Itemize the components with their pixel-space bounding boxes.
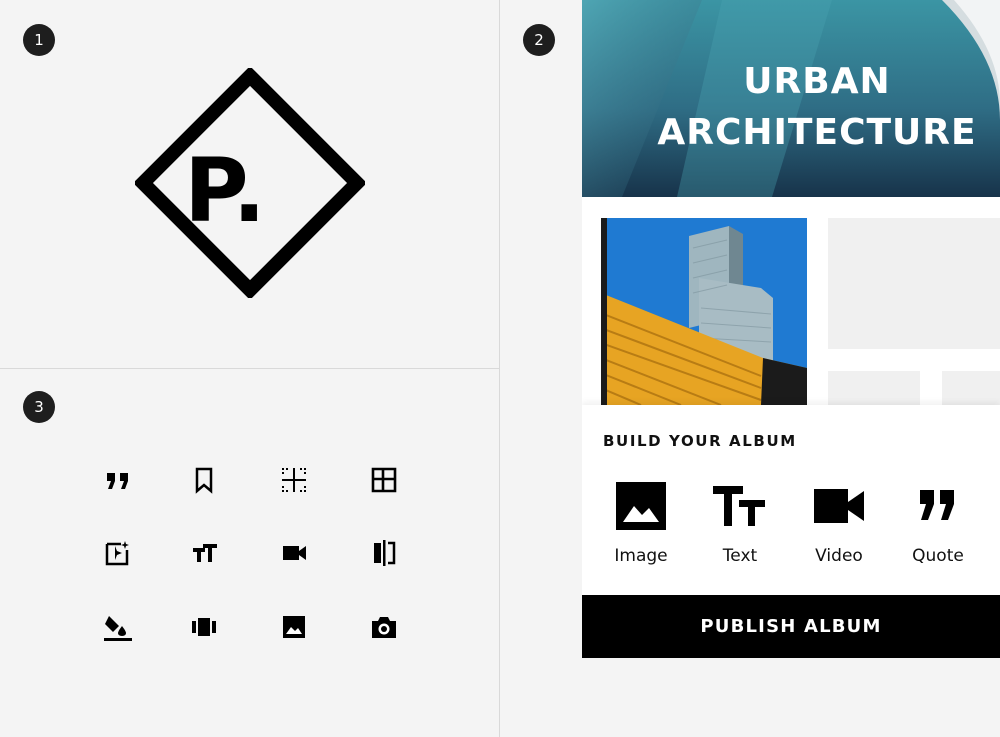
hero-title-line1: URBAN: [743, 61, 891, 102]
text-size-icon: [695, 478, 785, 534]
auto-fix-image-icon[interactable]: [98, 533, 138, 573]
section-badge-2: 2: [523, 24, 555, 56]
format-quote-icon[interactable]: [98, 460, 138, 500]
vertical-divider: [499, 0, 500, 737]
videocam-icon[interactable]: [274, 533, 314, 573]
add-quote-button[interactable]: Quote: [893, 478, 983, 573]
add-text-button[interactable]: Text: [695, 478, 785, 573]
publish-album-button[interactable]: PUBLISH ALBUM: [582, 595, 1000, 658]
image-placeholder: [828, 371, 920, 405]
grid-icon[interactable]: [364, 460, 404, 500]
text-size-icon[interactable]: [184, 533, 224, 573]
image-placeholder: [942, 371, 1000, 405]
hero-title-line2: ARCHITECTURE: [657, 112, 977, 153]
image-placeholder: [828, 218, 1000, 349]
carousel-icon[interactable]: [184, 607, 224, 647]
videocam-icon: [794, 478, 884, 534]
compare-icon[interactable]: [364, 533, 404, 573]
add-video-button[interactable]: Video: [794, 478, 884, 573]
tool-label: Quote: [912, 546, 964, 566]
image-icon: [596, 478, 686, 534]
section-badge-3: 3: [23, 391, 55, 423]
add-image-button[interactable]: Image: [596, 478, 686, 573]
section-badge-1: 1: [23, 24, 55, 56]
tool-label: Text: [722, 546, 758, 566]
build-album-sheet: BUILD YOUR ALBUM Image Text Video Quote: [582, 405, 1000, 595]
bookmark-icon[interactable]: [184, 460, 224, 500]
hero-banner: URBAN ARCHITECTURE: [582, 0, 1000, 197]
build-album-title: BUILD YOUR ALBUM: [603, 432, 797, 450]
architecture-photo[interactable]: [601, 218, 807, 405]
image-icon[interactable]: [274, 607, 314, 647]
tool-label: Image: [614, 546, 668, 566]
camera-icon[interactable]: [364, 607, 404, 647]
brand-logo: P.: [133, 66, 367, 300]
album-builder-screen: URBAN ARCHITECTURE BUILD YOUR ALBUM Imag…: [582, 0, 1000, 658]
logo-letter: P.: [184, 139, 266, 242]
horizontal-divider: [0, 368, 499, 369]
format-quote-icon: [893, 478, 983, 534]
grid-dotted-icon[interactable]: [274, 460, 314, 500]
tool-label: Video: [815, 546, 863, 566]
paint-bucket-icon[interactable]: [98, 607, 138, 647]
